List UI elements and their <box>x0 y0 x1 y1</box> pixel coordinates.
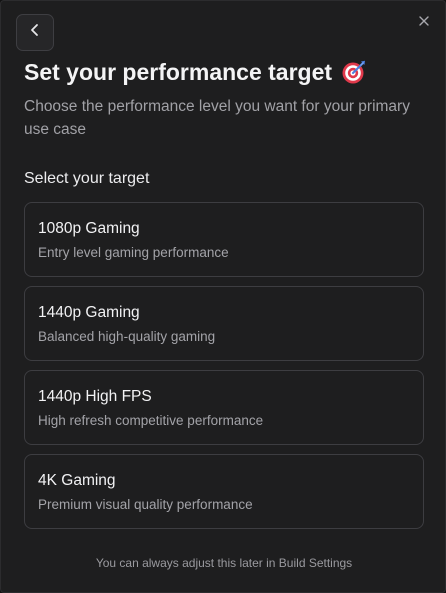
option-description: Balanced high-quality gaming <box>38 329 216 344</box>
option-title: 1440p Gaming <box>38 304 140 321</box>
performance-target-dialog: Set your performance target Choose the p… <box>0 0 446 593</box>
option-4k-gaming[interactable]: 4K Gaming Premium visual quality perform… <box>24 454 424 529</box>
dialog-title: Set your performance target <box>24 57 367 87</box>
dialog-subtitle: Choose the performance level you want fo… <box>24 98 410 138</box>
footer-note: You can always adjust this later in Buil… <box>95 556 353 570</box>
back-button[interactable] <box>16 14 54 51</box>
close-icon <box>418 14 430 32</box>
section-label: Select your target <box>24 170 150 187</box>
option-1440p-gaming[interactable]: 1440p Gaming Balanced high-quality gamin… <box>24 286 424 361</box>
option-title: 1080p Gaming <box>38 220 140 237</box>
option-1080p-gaming[interactable]: 1080p Gaming Entry level gaming performa… <box>24 202 424 277</box>
option-description: Premium visual quality performance <box>38 497 253 512</box>
option-title: 1440p High FPS <box>38 388 152 405</box>
target-dart-icon <box>341 59 367 85</box>
dialog-title-text: Set your performance target <box>24 59 333 85</box>
option-1440p-high-fps[interactable]: 1440p High FPS High refresh competitive … <box>24 370 424 445</box>
option-description: Entry level gaming performance <box>38 245 229 260</box>
chevron-left-icon <box>29 23 41 42</box>
option-description: High refresh competitive performance <box>38 413 264 428</box>
option-title: 4K Gaming <box>38 472 116 489</box>
target-options-list: 1080p Gaming Entry level gaming performa… <box>24 202 424 538</box>
close-button[interactable] <box>413 12 435 34</box>
